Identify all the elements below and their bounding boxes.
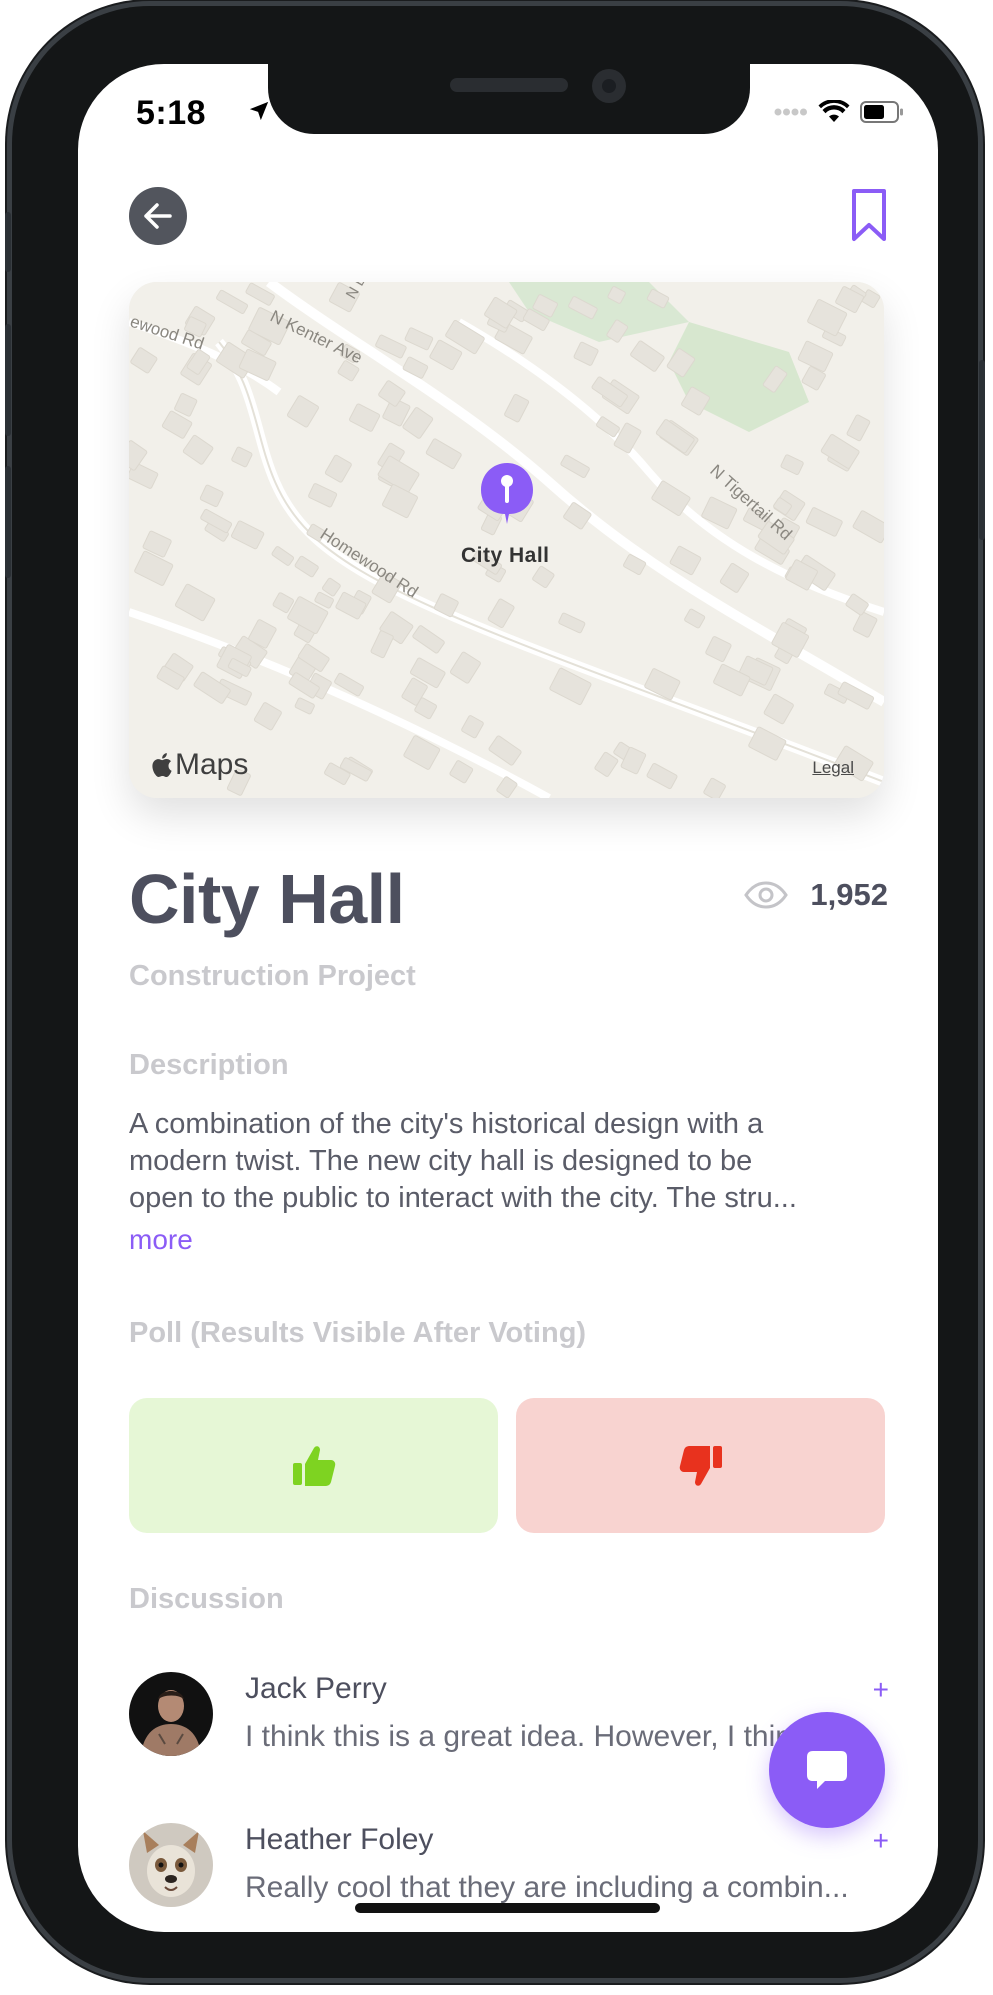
signal-dots-icon xyxy=(774,108,807,116)
thumbs-up-icon xyxy=(292,1445,335,1486)
location-arrow-icon xyxy=(249,101,269,121)
screen: 5:18 ewood Rd N Kenter Ave Homewood Rd N… xyxy=(78,64,938,1932)
status-time: 5:18 xyxy=(136,94,207,132)
arrow-left-icon xyxy=(144,203,172,229)
maps-brand-text: Maps xyxy=(175,748,249,781)
map-view[interactable]: ewood Rd N Kenter Ave Homewood Rd N Tige… xyxy=(129,282,884,798)
mute-switch xyxy=(5,212,11,272)
front-camera xyxy=(592,69,626,103)
map-legal-link[interactable]: Legal xyxy=(812,758,854,778)
comment-item[interactable]: Heather Foley Really cool that they are … xyxy=(129,1823,889,1913)
view-count: 1,952 xyxy=(744,877,888,913)
earpiece-speaker xyxy=(450,78,568,92)
discussion-heading: Discussion xyxy=(129,1583,284,1615)
eye-icon xyxy=(744,881,789,909)
bookmark-icon xyxy=(852,189,886,241)
map-pin-label: City Hall xyxy=(461,544,550,567)
comment-author: Heather Foley xyxy=(245,1823,434,1856)
home-indicator xyxy=(355,1903,660,1913)
phone-frame: 5:18 ewood Rd N Kenter Ave Homewood Rd N… xyxy=(5,6,985,1978)
new-comment-button[interactable] xyxy=(769,1712,885,1828)
volume-up-button xyxy=(5,324,11,436)
maps-logo: Maps xyxy=(151,748,248,782)
poll-heading: Poll (Results Visible After Voting) xyxy=(129,1317,587,1349)
description-line: open to the public to interact with the … xyxy=(129,1182,797,1214)
notch xyxy=(268,64,750,134)
comment-author: Jack Perry xyxy=(245,1672,387,1705)
comment-text: Really cool that they are including a co… xyxy=(245,1871,849,1904)
status-icons xyxy=(774,100,904,124)
power-button xyxy=(979,360,985,540)
description-text: A combination of the city's historical d… xyxy=(129,1106,889,1217)
avatar[interactable] xyxy=(129,1823,213,1907)
bookmark-button[interactable] xyxy=(848,186,890,244)
battery-icon xyxy=(860,101,903,123)
project-type: Construction Project xyxy=(129,960,416,992)
page-title: City Hall xyxy=(129,860,405,938)
avatar[interactable] xyxy=(129,1672,213,1756)
map-tiles: ewood Rd N Kenter Ave Homewood Rd N Tige… xyxy=(129,282,884,798)
volume-down-button xyxy=(5,466,11,578)
back-button[interactable] xyxy=(129,187,187,245)
description-line: modern twist. The new city hall is desig… xyxy=(129,1145,753,1177)
comment-expand-button[interactable]: + xyxy=(873,1674,889,1706)
chat-bubble-icon xyxy=(807,1751,847,1789)
thumbs-down-icon xyxy=(679,1445,722,1486)
description-line: A combination of the city's historical d… xyxy=(129,1108,764,1140)
comment-expand-button[interactable]: + xyxy=(873,1825,889,1857)
apple-logo-icon xyxy=(152,753,172,777)
vote-up-button[interactable] xyxy=(129,1398,498,1533)
vote-down-button[interactable] xyxy=(516,1398,885,1533)
wifi-icon xyxy=(818,100,850,122)
description-heading: Description xyxy=(129,1049,289,1081)
more-link[interactable]: more xyxy=(129,1224,193,1256)
views-count: 1,952 xyxy=(810,877,888,912)
